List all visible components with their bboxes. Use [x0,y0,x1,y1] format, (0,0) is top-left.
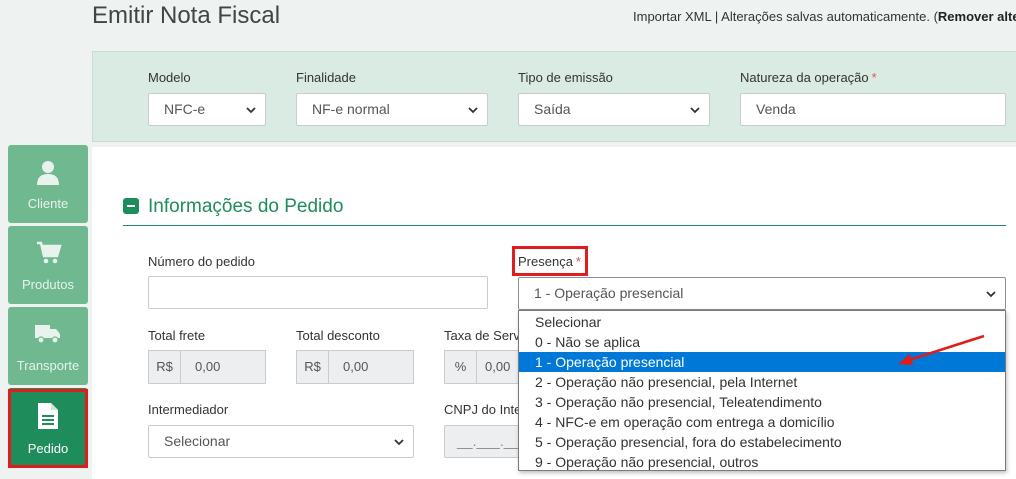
page: { "page": { "title": "Emitir Nota Fiscal… [0,0,1016,479]
natureza-input[interactable]: Venda [740,93,1006,126]
tipo-emissao-select[interactable]: Saída [518,93,710,126]
dropdown-option[interactable]: 5 - Operação presencial, fora do estabel… [519,432,1005,452]
natureza-value: Venda [756,101,796,117]
chevron-down-icon [690,107,700,114]
remove-changes-link[interactable]: Remover alter [938,9,1016,24]
top-info: Importar XML | Alterações salvas automat… [633,9,1016,24]
cart-icon [37,241,62,264]
sidebar-item-label: Produtos [21,277,75,292]
tipo-emissao-label: Tipo de emissão [518,70,613,85]
chevron-down-icon [394,439,404,446]
tipo-emissao-value: Saída [534,101,571,117]
percent-prefix: % [445,351,477,383]
collapse-icon[interactable] [123,198,139,214]
dropdown-option[interactable]: 2 - Operação não presencial, pela Intern… [519,372,1005,392]
total-frete-input[interactable]: R$ 0,00 [148,350,266,384]
highlight-box [8,389,88,468]
sidebar-item-label: Transporte [16,358,80,373]
dropdown-option[interactable]: 9 - Operação não presencial, outros [519,452,1005,472]
intermediador-label: Intermediador [148,402,229,417]
taxa-servico-label: Taxa de Servi [444,328,523,343]
sidebar-item-produtos[interactable]: Produtos [8,226,88,304]
cnpj-intermediador-input[interactable]: __.___.___/ [444,425,524,458]
natureza-label: Natureza da operação * [740,70,877,85]
currency-prefix: R$ [297,351,329,383]
truck-icon [35,325,60,344]
taxa-servico-value: 0,00 [485,359,511,374]
sidebar-item-cliente[interactable]: Cliente [8,145,88,223]
modelo-value: NFC-e [164,101,206,117]
annotation-arrow-icon [898,334,985,365]
total-frete-value: 0,00 [195,359,221,374]
finalidade-value: NF-e normal [312,101,390,117]
cnpj-placeholder: __.___.___/ [457,433,524,449]
numero-pedido-input[interactable] [148,276,488,309]
modelo-label: Modelo [148,70,191,85]
chevron-down-icon [468,107,478,114]
import-xml-link[interactable]: Importar XML [633,9,711,24]
highlight-box [512,246,588,276]
total-frete-label: Total frete [148,328,206,343]
page-title: Emitir Nota Fiscal [92,2,281,29]
presenca-select[interactable]: 1 - Operação presencial [518,277,1006,310]
dropdown-option[interactable]: Selecionar [519,312,1005,332]
chevron-down-icon [986,291,996,298]
intermediador-select[interactable]: Selecionar [148,425,414,458]
chevron-down-icon [246,107,256,114]
intermediador-value: Selecionar [164,433,231,449]
finalidade-select[interactable]: NF-e normal [296,93,488,126]
modelo-select[interactable]: NFC-e [148,93,266,126]
taxa-servico-input[interactable]: % 0,00 [444,350,524,384]
dropdown-option[interactable]: 4 - NFC-e em operação com entrega a domi… [519,412,1005,432]
section-title: Informações do Pedido [148,196,344,217]
presenca-value: 1 - Operação presencial [534,285,684,301]
cnpj-intermediador-label: CNPJ do Inte [444,402,522,417]
autosave-status: | Alterações salvas automaticamente. ( [711,9,938,24]
divider [123,225,1006,226]
total-desconto-value: 0,00 [343,359,369,374]
total-desconto-label: Total desconto [296,328,380,343]
finalidade-label: Finalidade [296,70,356,85]
sidebar-item-transporte[interactable]: Transporte [8,307,88,385]
natureza-label-text: Natureza da operação [740,70,869,85]
total-desconto-input[interactable]: R$ 0,00 [296,350,414,384]
sidebar-item-label: Cliente [27,196,69,211]
numero-pedido-label: Número do pedido [148,254,255,269]
dropdown-option[interactable]: 3 - Operação não presencial, Teleatendim… [519,392,1005,412]
currency-prefix: R$ [149,351,181,383]
required-mark: * [871,70,877,85]
user-icon [37,161,59,185]
